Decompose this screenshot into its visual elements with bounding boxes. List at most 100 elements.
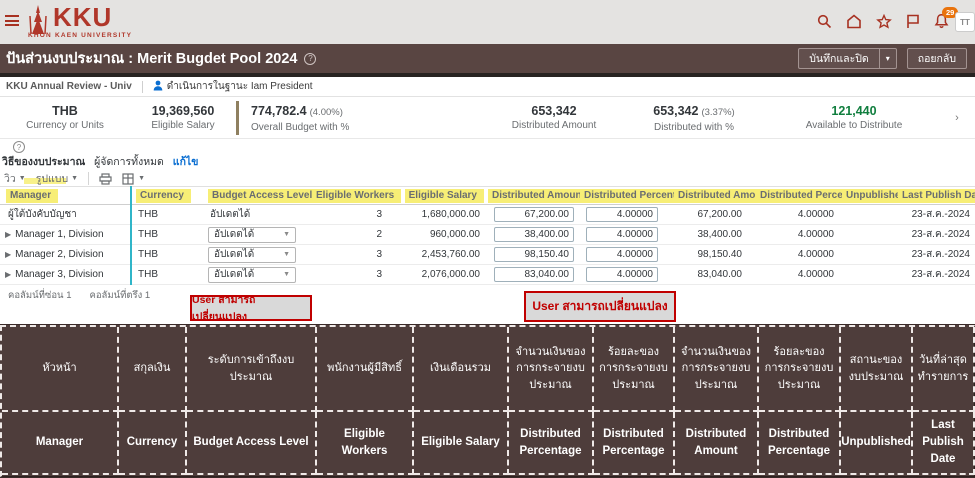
table-row: ▶Manager 3, Division THB อัปเดตได้▼ 3 2,… [0, 265, 975, 285]
table-header: Manager Currency Budget Access Level Eli… [0, 186, 975, 205]
salary-cell: 2,076,000.00 [390, 269, 488, 280]
expand-icon[interactable]: ▶ [5, 250, 11, 259]
table-row: ▶Manager 2, Division THB อัปเดตได้▼ 3 2,… [0, 245, 975, 265]
table-row: ▶Manager 1, Division THB อัปเดตได้▼ 2 96… [0, 225, 975, 245]
view-dropdown[interactable]: วิว▼ [4, 170, 26, 187]
dist-amount-cell: 83,040.00 [668, 269, 750, 280]
dist-pct-cell: 4.00000 [750, 249, 842, 260]
expand-icon[interactable]: ▶ [5, 230, 11, 239]
legend-english-cell: Distributed Amount [675, 412, 759, 475]
summary-distributed-amount: 653,342 Distributed Amount [489, 104, 619, 131]
breadcrumb: KKU Annual Review - Univ ดำเนินการในฐานะ… [0, 77, 975, 97]
budget-view-row: วิธีของงบประมาณ ผู้จัดการทั้งหมด แก้ไข [2, 153, 198, 170]
dist-pct-input-cell [580, 247, 668, 262]
home-icon[interactable] [846, 14, 862, 29]
legend-thai-cell: ร้อยละของการกระจายงบประมาณ [594, 327, 675, 412]
table-row: ผู้ใต้บังคับบัญชา THB อัปเดตได้ 3 1,680,… [0, 205, 975, 225]
legend-thai-cell: จำนวนเงินของการกระจายงบประมาณ [675, 327, 759, 412]
col-header-workers[interactable]: Eligible Workers [312, 189, 390, 203]
frozen-column-divider[interactable] [130, 186, 132, 285]
access-level-select[interactable]: อัปเดตได้▼ [208, 227, 296, 243]
distributed-amount-input[interactable] [494, 207, 574, 222]
workers-cell: 3 [312, 209, 390, 220]
app-bar: KKU KHON KAEN UNIVERSITY 29 TT [0, 0, 975, 44]
dist-amount-input-cell [488, 267, 580, 282]
annotation-note-2: User สามารถเปลี่ยนแปลง [524, 291, 676, 322]
col-header-last-publish[interactable]: Last Publish Date [898, 189, 975, 203]
menu-icon[interactable] [5, 15, 19, 27]
acting-as: ดำเนินการในฐานะ Iam President [153, 79, 313, 94]
printer-icon[interactable] [99, 173, 112, 185]
legend-thai-cell: สถานะของงบประมาณ [841, 327, 913, 412]
save-and-close-button[interactable]: บันทึกและปิด [798, 48, 878, 69]
legend-thai-cell: หัวหน้า [2, 327, 119, 412]
dist-pct-cell: 4.00000 [750, 269, 842, 280]
access-level-select[interactable]: อัปเดตได้▼ [208, 247, 296, 263]
acting-as-label: ดำเนินการในฐานะ Iam President [167, 79, 313, 94]
workers-cell: 3 [312, 269, 390, 280]
col-header-dist-amount-input[interactable]: Distributed Amount [488, 189, 580, 203]
page-title: ปันส่วนงบประมาณ : Merit Bugdet Pool 2024 [6, 47, 297, 70]
access-level-select[interactable]: อัปเดตได้▼ [208, 267, 296, 283]
dist-amount-input-cell [488, 207, 580, 222]
chevron-down-icon: ▼ [283, 231, 290, 238]
dist-pct-cell: 4.00000 [750, 209, 842, 220]
bell-icon[interactable]: 29 [934, 13, 949, 29]
distributed-pct-input[interactable] [586, 227, 658, 242]
expand-icon[interactable]: ▶ [5, 270, 11, 279]
legend-english-cell: Distributed Percentage [759, 412, 841, 475]
legend-english-cell: Eligible Workers [317, 412, 414, 475]
distributed-amount-input[interactable] [494, 227, 574, 242]
export-icon[interactable]: ▼ [122, 173, 145, 185]
frozen-columns-label: คอลัมน์ที่ตรึง 1 [89, 288, 150, 303]
distributed-pct-input[interactable] [586, 207, 658, 222]
edit-link[interactable]: แก้ไข [173, 156, 199, 168]
col-header-dist-pct-input[interactable]: Distributed Percentage [580, 189, 668, 203]
col-header-access[interactable]: Budget Access Level [202, 189, 312, 203]
col-header-unpublished[interactable]: Unpublished [842, 189, 898, 203]
col-header-salary[interactable]: Eligible Salary [390, 189, 488, 203]
save-dropdown-toggle[interactable]: ▾ [879, 48, 897, 69]
currency-cell: THB [130, 229, 202, 240]
title-bar: ปันส่วนงบประมาณ : Merit Bugdet Pool 2024… [0, 44, 975, 73]
star-icon[interactable] [876, 14, 892, 29]
flag-icon[interactable] [906, 14, 920, 29]
table-footer: คอลัมน์ที่ซ่อน 1 คอลัมน์ที่ตรึง 1 [8, 288, 150, 303]
format-dropdown[interactable]: รูปแบบ▼ [36, 170, 78, 187]
currency-cell: THB [130, 269, 202, 280]
legend-thai-cell: ระดับการเข้าถึงงบประมาณ [187, 327, 317, 412]
col-header-dist-pct[interactable]: Distributed Percentage [750, 189, 842, 203]
logo-subtext: KHON KAEN UNIVERSITY [28, 32, 132, 39]
hidden-columns-label: คอลัมน์ที่ซ่อน 1 [8, 288, 71, 303]
distributed-pct-input[interactable] [586, 267, 658, 282]
avatar[interactable]: TT [955, 12, 975, 32]
legend-thai-cell: วันที่ล่าสุดทำรายการ [913, 327, 975, 412]
manager-cell: ▶Manager 1, Division [0, 229, 130, 240]
distributed-amount-input[interactable] [494, 267, 574, 282]
dist-amount-cell: 38,400.00 [668, 229, 750, 240]
currency-cell: THB [130, 209, 202, 220]
dist-amount-cell: 98,150.40 [668, 249, 750, 260]
legend-english-cell: Currency [119, 412, 187, 475]
last-publish-cell: 23-ส.ค.-2024 [898, 227, 975, 242]
col-header-dist-amount[interactable]: Distributed Amount [668, 189, 750, 203]
search-icon[interactable] [817, 14, 832, 29]
distributed-amount-input[interactable] [494, 247, 574, 262]
col-header-currency[interactable]: Currency [130, 189, 202, 203]
access-cell: อัปเดตได้ [202, 207, 312, 222]
table-toolbar: วิว▼ รูปแบบ▼ ▼ [4, 170, 145, 187]
budget-view-label: วิธีของงบประมาณ [2, 156, 85, 168]
manager-cell: ▶Manager 2, Division [0, 249, 130, 260]
legend-table: หัวหน้า สกุลเงิน ระดับการเข้าถึงงบประมาณ… [0, 325, 975, 477]
distributed-pct-input[interactable] [586, 247, 658, 262]
summary-eligible-salary: 19,369,560 Eligible Salary [130, 104, 236, 131]
col-header-manager[interactable]: Manager [0, 189, 130, 203]
help-circle-icon-2[interactable]: ? [13, 141, 25, 153]
dist-pct-input-cell [580, 267, 668, 282]
back-button[interactable]: ถอยกลับ [907, 48, 967, 69]
chevron-right-icon[interactable]: › [939, 112, 975, 124]
access-cell: อัปเดตได้▼ [202, 267, 312, 283]
last-publish-cell: 23-ส.ค.-2024 [898, 207, 975, 222]
help-circle-icon[interactable]: ? [304, 53, 316, 65]
summary-distributed-pct: 653,342(3.37%) Distributed with % [619, 102, 769, 133]
